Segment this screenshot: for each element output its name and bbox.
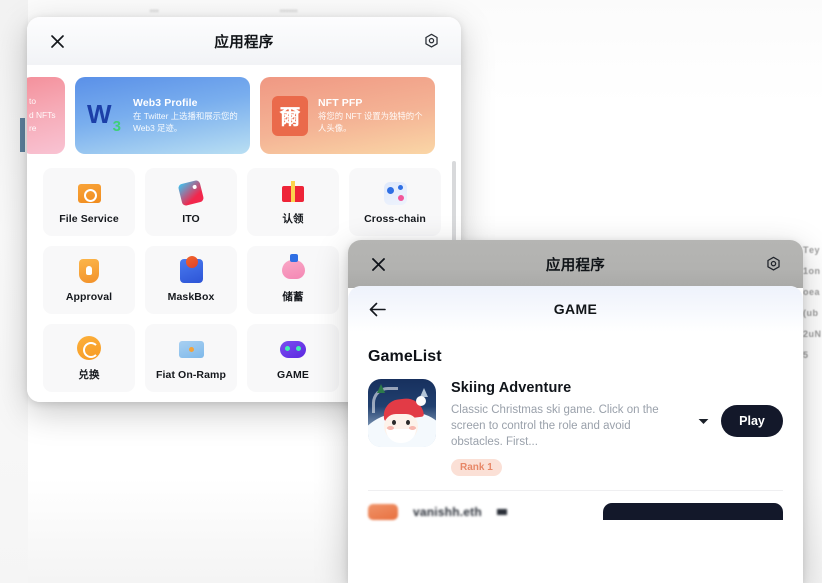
banner-card-web3-profile[interactable]: W 3 Web3 Profile 在 Twitter 上选播和展示您的 Web3… xyxy=(75,77,250,154)
close-icon[interactable] xyxy=(366,252,390,276)
chevron-down-icon[interactable] xyxy=(496,508,507,515)
back-arrow-icon[interactable] xyxy=(366,298,388,320)
game-subheader-title: GAME xyxy=(553,301,598,317)
app-tile-swap[interactable]: 兑换 xyxy=(43,324,135,392)
banner-card-nft-pfp[interactable]: 爾 NFT PFP 将您的 NFT 设置为独特的个人头像。 xyxy=(260,77,435,154)
tag-icon xyxy=(177,179,205,207)
gamepad-icon xyxy=(280,336,307,363)
background-smudge-1: ▪▪▪ xyxy=(150,8,159,15)
apps-dialog-title: 应用程序 xyxy=(214,34,274,51)
banner-line-3: re xyxy=(29,123,37,134)
web3-logo-icon: W 3 xyxy=(87,98,123,135)
game-dialog: 应用程序 GAME GameList Skiing Adventure Clas… xyxy=(348,240,803,583)
banner-card-crypto[interactable]: to d NFTs re xyxy=(27,77,65,154)
game-subheader: GAME xyxy=(348,286,803,332)
gear-icon[interactable] xyxy=(761,252,785,276)
app-tile-file-service[interactable]: File Service xyxy=(43,168,135,236)
app-tile-label: MaskBox xyxy=(167,290,215,303)
app-tile-label: File Service xyxy=(59,212,119,225)
banner-text: Web3 Profile 在 Twitter 上选播和展示您的 Web3 足迹。 xyxy=(133,97,238,134)
play-button[interactable]: Play xyxy=(721,405,783,437)
santa-skiing-thumbnail xyxy=(368,379,436,447)
background-smudge-2: ▪▪▪▪▪▪ xyxy=(280,8,298,15)
app-tile-maskbox[interactable]: MaskBox xyxy=(145,246,237,314)
game-list-heading: GameList xyxy=(368,348,442,365)
app-tile-label: 认领 xyxy=(282,213,304,225)
background-accent-tick-1 xyxy=(20,118,25,152)
app-tile-label: Cross-chain xyxy=(364,212,426,225)
background-left-strip xyxy=(0,0,28,583)
piggy-bank-icon xyxy=(280,254,307,283)
box-icon xyxy=(178,256,205,285)
gift-icon xyxy=(280,178,307,205)
card-icon xyxy=(178,336,205,363)
chevron-down-icon[interactable] xyxy=(697,415,710,428)
play-button[interactable] xyxy=(603,503,783,520)
game-list-item[interactable]: vanishh.eth xyxy=(368,503,783,520)
app-tile-savings[interactable]: 储蓄 xyxy=(247,246,339,314)
game-info: Skiing Adventure Classic Christmas ski g… xyxy=(451,379,682,476)
screenshot-root: ▪▪▪ ▪▪▪▪▪▪ T e y 1 o n o e a ( u b 2 u N… xyxy=(0,0,822,583)
game-dialog-inner: GAME GameList Skiing Adventure Classic C… xyxy=(348,286,803,581)
app-tile-game[interactable]: GAME xyxy=(247,324,339,392)
banner-carousel[interactable]: to d NFTs re W 3 Web3 Profile 在 Twitter … xyxy=(27,77,461,154)
banner-line-1: to xyxy=(29,96,36,107)
gear-icon[interactable] xyxy=(419,29,443,53)
game-thumbnail xyxy=(368,503,398,520)
app-tile-fiat-on-ramp[interactable]: Fiat On-Ramp xyxy=(145,324,237,392)
swap-icon xyxy=(76,334,103,361)
game-title: Skiing Adventure xyxy=(451,380,572,396)
list-divider xyxy=(368,490,783,491)
web3-logo-letter: W xyxy=(87,98,112,129)
app-tile-label: ITO xyxy=(182,212,200,225)
game-dialog-title: 应用程序 xyxy=(545,257,606,274)
app-tile-approval[interactable]: Approval xyxy=(43,246,135,314)
folder-icon xyxy=(76,180,103,207)
web3-logo-digit: 3 xyxy=(112,117,121,135)
game-title: vanishh.eth xyxy=(413,504,482,519)
cross-chain-icon xyxy=(382,180,409,207)
app-tile-ito[interactable]: ITO xyxy=(145,168,237,236)
banner-title: Web3 Profile xyxy=(133,97,198,109)
banner-subtitle: 将您的 NFT 设置为独特的个人头像。 xyxy=(318,111,423,133)
app-tile-label: Fiat On-Ramp xyxy=(155,368,227,381)
game-actions: Play xyxy=(697,379,783,437)
background-edge-text: T e y 1 o n o e a ( u b 2 u N 5 xyxy=(803,245,821,360)
close-icon[interactable] xyxy=(45,29,69,53)
app-tile-label: 储蓄 xyxy=(282,291,304,303)
banner-text: NFT PFP 将您的 NFT 设置为独特的个人头像。 xyxy=(318,97,423,134)
nft-pfp-icon: 爾 xyxy=(272,95,308,136)
banner-text: to d NFTs re xyxy=(29,96,56,135)
nft-pfp-glyph: 爾 xyxy=(279,104,301,129)
banner-line-2: d NFTs xyxy=(29,109,56,120)
game-dialog-titlebar: 应用程序 xyxy=(348,240,803,288)
game-list-section: GameList Skiing Adventure Classic Christ… xyxy=(348,332,803,520)
shield-icon xyxy=(76,258,103,285)
app-tile-cross-chain[interactable]: Cross-chain xyxy=(349,168,441,236)
apps-dialog-titlebar: 应用程序 xyxy=(27,17,461,65)
banner-title: NFT PFP xyxy=(318,97,363,109)
game-description: Classic Christmas ski game. Click on the… xyxy=(451,404,659,448)
app-tile-label: 兑换 xyxy=(78,369,100,381)
rank-badge: Rank 1 xyxy=(451,459,502,476)
app-tile-claim[interactable]: 认领 xyxy=(247,168,339,236)
app-tile-label: GAME xyxy=(277,368,309,381)
game-list-item[interactable]: Skiing Adventure Classic Christmas ski g… xyxy=(368,379,783,490)
app-tile-label: Approval xyxy=(65,290,113,303)
banner-subtitle: 在 Twitter 上选播和展示您的 Web3 足迹。 xyxy=(133,111,238,133)
